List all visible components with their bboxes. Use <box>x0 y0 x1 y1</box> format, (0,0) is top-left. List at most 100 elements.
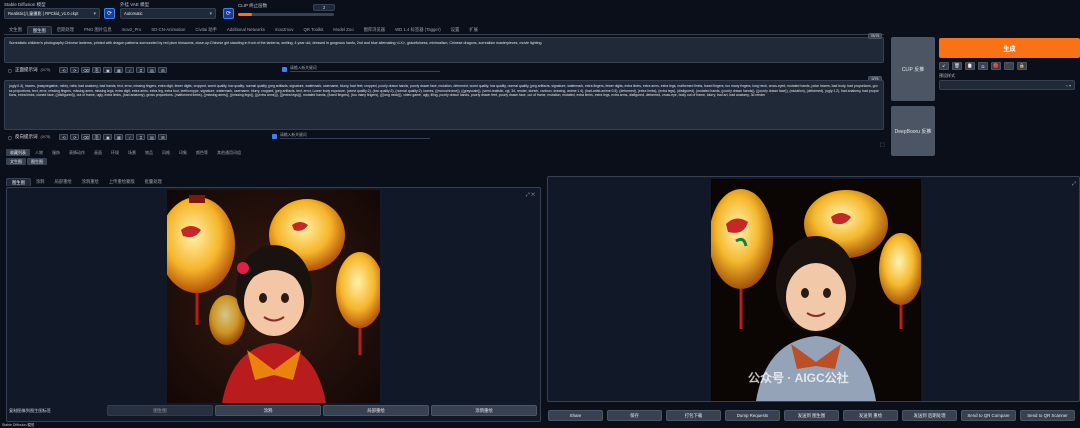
prompt-input[interactable]: Surrealistic children's photography:Chin… <box>4 37 884 63</box>
collapse-icon[interactable]: ▢ <box>8 135 12 140</box>
tab-2[interactable]: 后期处理 <box>52 26 79 34</box>
negative-tool-icon[interactable]: ⎘ <box>92 134 102 140</box>
copy-to-button[interactable]: 图生图 <box>107 405 213 416</box>
keyword-tab[interactable]: 风格 <box>158 149 174 156</box>
negative-tool-icon[interactable]: ⊞ <box>158 134 168 140</box>
output-action-button[interactable]: Send to QR Scanner <box>1020 410 1075 421</box>
tab-12[interactable]: WD 1.4 标签器 (Tagger) <box>390 26 446 34</box>
input-image[interactable] <box>167 190 380 403</box>
prompt-tool-icon[interactable]: ⎘ <box>92 67 102 73</box>
refresh-icon[interactable]: ⟳ <box>104 8 115 19</box>
tab-8[interactable]: mov2mov <box>270 26 299 34</box>
output-action-button[interactable]: 打包下载 <box>666 410 721 421</box>
expand-icon[interactable]: ⤢ <box>1072 181 1076 187</box>
prompt-tool-icon[interactable]: ✓ <box>125 67 135 73</box>
style-tool-icon[interactable]: 🔴 <box>991 62 1001 70</box>
negative-tool-icon[interactable]: ⟳ <box>70 134 80 140</box>
style-tool-icon[interactable]: 🗑 <box>952 62 962 70</box>
prompt-tool-icon[interactable]: ▦ <box>114 67 124 73</box>
keyword-tab[interactable]: 人物 <box>31 149 47 156</box>
deepbooru-interrogate-button[interactable]: DeepBooru 反推 <box>891 106 935 156</box>
clip-skip-slider[interactable] <box>238 13 334 16</box>
tab-6[interactable]: Civitai 助手 <box>190 26 222 34</box>
copy-to-button[interactable]: 涂鸦 <box>215 405 321 416</box>
tab-7[interactable]: Additional Networks <box>222 26 270 34</box>
negative-tool-icon[interactable]: ⌫ <box>81 134 91 140</box>
style-tool-icon[interactable]: ↙ <box>939 62 949 70</box>
output-action-button[interactable]: 保存 <box>607 410 662 421</box>
prompt-tool-icon[interactable]: ▣ <box>103 67 113 73</box>
refresh-icon[interactable]: ⟳ <box>223 8 234 19</box>
vae-select[interactable]: Automatic ▾ <box>120 8 216 19</box>
generate-button[interactable]: 生成 <box>939 38 1080 58</box>
tab-4[interactable]: mov2_Pro <box>117 26 147 34</box>
tab-10[interactable]: Model Zoo <box>328 26 358 34</box>
output-action-button[interactable]: Send to QR Compare <box>961 410 1016 421</box>
subtab-5[interactable]: 批量处理 <box>140 178 167 186</box>
model-select-value: Realistic|儿童摄影 | RPCkid_v1.0.ckpt <box>8 10 79 16</box>
tab-3[interactable]: PNG 图片信息 <box>79 26 117 34</box>
tab-1[interactable]: 图生图 <box>26 26 52 34</box>
negative-tool-icon[interactable]: ▦ <box>114 134 124 140</box>
tab-9[interactable]: QR Toolkit <box>299 26 329 34</box>
tab-5[interactable]: SD-CN-Animation <box>146 26 190 34</box>
output-action-button[interactable]: Dump Requests <box>725 410 780 421</box>
style-tool-icon[interactable]: ⬛ <box>1004 62 1014 70</box>
output-action-button[interactable]: 发送到 后期处理 <box>902 410 957 421</box>
subtab-1[interactable]: 涂鸦 <box>31 178 50 186</box>
prompt-tool-icon[interactable]: ⌫ <box>81 67 91 73</box>
collapse-icon[interactable]: ▢ <box>8 68 12 73</box>
clip-interrogate-button[interactable]: CLIP 反推 <box>891 37 935 101</box>
keyword-tab[interactable]: 画面 <box>90 149 106 156</box>
output-action-button[interactable]: 发送到 图生图 <box>784 410 839 421</box>
checkbox-icon[interactable] <box>272 133 277 139</box>
keyword-tab[interactable]: 场景 <box>124 149 140 156</box>
prompt-keyword-input[interactable]: 请输入新关键词 <box>290 66 440 72</box>
keyword-subtab[interactable]: 文生图 <box>6 158 26 165</box>
keyword-tab[interactable]: 收藏列表 <box>6 149 30 156</box>
output-image[interactable] <box>711 179 921 401</box>
prompt-tool-icon[interactable]: ▤ <box>147 67 157 73</box>
prompt-tool-icon[interactable]: ⟲ <box>59 67 69 73</box>
keyword-tab[interactable]: 环境 <box>107 149 123 156</box>
style-select[interactable]: × ▾ <box>939 80 1075 90</box>
clear-icon[interactable]: × ▾ <box>1066 83 1071 88</box>
negative-keyword-input[interactable]: 请输入新关键词 <box>280 133 430 139</box>
keyword-tab[interactable]: 颜色等 <box>192 149 212 156</box>
keyword-tab[interactable]: 表情动作 <box>65 149 89 156</box>
negative-prompt-input[interactable]: (ugly:0.4), lowres, (easynegative, nsfw)… <box>4 80 884 130</box>
subtab-2[interactable]: 局部重绘 <box>49 178 76 186</box>
output-action-button[interactable]: Share <box>548 410 603 421</box>
style-tool-icon[interactable]: 🔒 <box>1017 62 1027 70</box>
output-action-button[interactable]: 发送到 重绘 <box>843 410 898 421</box>
tab-13[interactable]: 设置 <box>446 26 465 34</box>
keyword-tab[interactable]: 服饰 <box>48 149 64 156</box>
negative-tool-icon[interactable]: ✓ <box>125 134 135 140</box>
copy-to-button[interactable]: 涂鸦重绘 <box>431 405 537 416</box>
negative-tool-icon[interactable]: ⌗ <box>136 134 146 140</box>
style-tool-icon[interactable]: 📋 <box>965 62 975 70</box>
subtab-3[interactable]: 涂鸦重绘 <box>77 178 104 186</box>
keyword-tab[interactable]: 物品 <box>141 149 157 156</box>
prompt-tool-icon[interactable]: ⟳ <box>70 67 80 73</box>
keyword-tab[interactable]: 印象 <box>175 149 191 156</box>
clip-skip-number[interactable]: 2 <box>313 4 335 11</box>
subtab-4[interactable]: 上传重绘蒙版 <box>104 178 140 186</box>
image-tools-icon[interactable]: ⤢ ✕ <box>526 192 535 198</box>
negative-tool-icon[interactable]: ⟲ <box>59 134 69 140</box>
style-tool-icon[interactable]: ◘ <box>978 62 988 70</box>
prompt-tool-icon[interactable]: ⌗ <box>136 67 146 73</box>
negative-tool-icon[interactable]: ▤ <box>147 134 157 140</box>
copy-to-button[interactable]: 局部重绘 <box>323 405 429 416</box>
negative-tool-icon[interactable]: ▣ <box>103 134 113 140</box>
tab-0[interactable]: 文生图 <box>4 26 27 34</box>
tab-14[interactable]: 扩展 <box>464 26 483 34</box>
keyword-subtab[interactable]: 图生图 <box>27 158 47 165</box>
prompt-tool-icon[interactable]: ⊞ <box>158 67 168 73</box>
expand-icon[interactable]: ⬚ <box>880 142 885 148</box>
tab-11[interactable]: 图库浏览器 <box>359 26 390 34</box>
model-select[interactable]: Realistic|儿童摄影 | RPCkid_v1.0.ckpt ▾ <box>4 8 100 19</box>
checkbox-icon[interactable] <box>282 66 287 72</box>
subtab-0[interactable]: 图生图 <box>6 178 31 186</box>
keyword-tab[interactable]: 其他通用词组 <box>213 149 245 156</box>
